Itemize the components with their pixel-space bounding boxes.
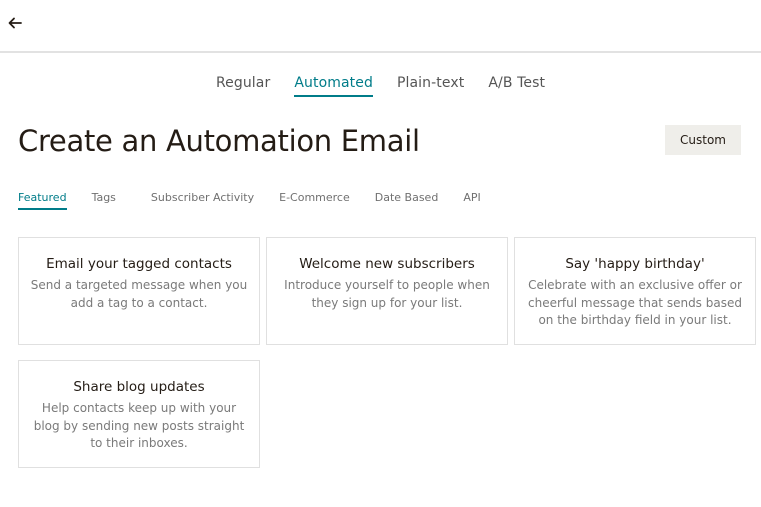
back-button[interactable] bbox=[6, 14, 24, 32]
tab-ab-test[interactable]: A/B Test bbox=[488, 75, 545, 97]
category-tabs: Featured Tags Subscriber Activity E-Comm… bbox=[18, 191, 481, 210]
card-description: Help contacts keep up with your blog by … bbox=[33, 401, 245, 450]
arrow-left-icon bbox=[8, 17, 22, 29]
tab-api[interactable]: API bbox=[463, 191, 480, 210]
tab-subscriber-activity[interactable]: Subscriber Activity bbox=[151, 191, 254, 210]
tab-e-commerce[interactable]: E-Commerce bbox=[279, 191, 350, 210]
tab-featured[interactable]: Featured bbox=[18, 191, 67, 210]
automation-card[interactable]: Share blog updates Help contacts keep up… bbox=[18, 360, 260, 468]
email-type-tabs: Regular Automated Plain-text A/B Test bbox=[0, 75, 761, 97]
custom-button[interactable]: Custom bbox=[665, 125, 741, 155]
card-title: Welcome new subscribers bbox=[299, 256, 475, 272]
automation-card[interactable]: Say 'happy birthday' Celebrate with an e… bbox=[514, 237, 756, 345]
card-description: Celebrate with an exclusive offer or che… bbox=[528, 278, 742, 327]
tab-plain-text[interactable]: Plain-text bbox=[397, 75, 464, 97]
card-description: Introduce yourself to people when they s… bbox=[284, 278, 490, 310]
automation-card[interactable]: Email your tagged contacts Send a target… bbox=[18, 237, 260, 345]
tab-date-based[interactable]: Date Based bbox=[375, 191, 439, 210]
top-bar bbox=[0, 0, 761, 53]
card-title: Share blog updates bbox=[73, 379, 205, 395]
tab-tags[interactable]: Tags bbox=[92, 191, 116, 210]
tab-automated[interactable]: Automated bbox=[294, 75, 373, 97]
card-title: Say 'happy birthday' bbox=[565, 256, 705, 272]
card-description: Send a targeted message when you add a t… bbox=[30, 278, 248, 310]
automation-card[interactable]: Welcome new subscribers Introduce yourse… bbox=[266, 237, 508, 345]
tab-regular[interactable]: Regular bbox=[216, 75, 270, 97]
page-title: Create an Automation Email bbox=[18, 124, 420, 158]
card-title: Email your tagged contacts bbox=[46, 256, 232, 272]
